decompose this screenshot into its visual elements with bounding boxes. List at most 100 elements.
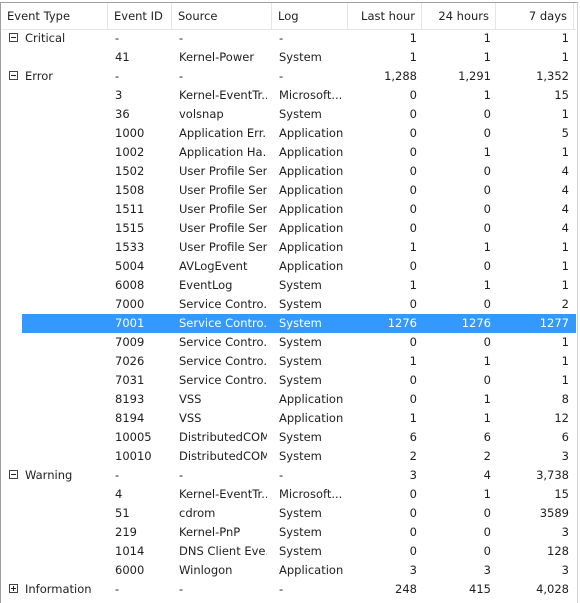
table-row[interactable]: 36 volsnap System 0 0 1 <box>1 105 576 124</box>
table-row[interactable]: 1533 User Profile Ser... Application 1 1 1 <box>1 238 576 257</box>
table-row[interactable]: 6000 Winlogon Application 3 3 3 <box>1 561 576 580</box>
cell-source: User Profile Ser... <box>179 202 267 216</box>
cell-source: cdrom <box>179 506 216 520</box>
cell-last-hour: 0 <box>409 525 417 539</box>
cell-event-id: 7026 <box>115 354 145 368</box>
table-row[interactable]: 1508 User Profile Ser... Application 0 0 4 <box>1 181 576 200</box>
cell-7-days: 1 <box>561 31 569 45</box>
table-row[interactable]: 51 cdrom System 0 0 3589 <box>1 504 576 523</box>
cell-event-id: 36 <box>115 107 130 121</box>
cell-log: Application <box>279 202 343 216</box>
cell-24-hours: 4 <box>483 468 491 482</box>
table-row[interactable]: 1515 User Profile Ser... Application 0 0 4 <box>1 219 576 238</box>
cell-log: System <box>279 50 322 64</box>
collapse-icon[interactable] <box>9 470 18 479</box>
cell-event-id: - <box>115 582 120 596</box>
table-row[interactable]: 7001 Service Contro... System 1276 1276 1277 <box>1 314 576 333</box>
cell-event-id: 1502 <box>115 164 145 178</box>
cell-last-hour: 0 <box>409 183 417 197</box>
cell-log: System <box>279 525 322 539</box>
table-row[interactable]: 1014 DNS Client Eve... System 0 0 128 <box>1 542 576 561</box>
cell-event-id: 4 <box>115 487 123 501</box>
group-row-warning[interactable]: Warning - - - 3 4 3,738 <box>1 466 576 485</box>
cell-last-hour: 3 <box>409 468 417 482</box>
cell-7-days: 1 <box>561 354 569 368</box>
cell-log: Application <box>279 183 343 197</box>
table-row[interactable]: 7031 Service Contro... System 0 0 1 <box>1 371 576 390</box>
table-row[interactable]: 7026 Service Contro... System 1 1 1 <box>1 352 576 371</box>
column-header-event-type[interactable]: Event Type <box>1 3 108 29</box>
cell-last-hour: 1 <box>409 278 417 292</box>
cell-7-days: 4 <box>561 183 569 197</box>
group-row-information[interactable]: Information - - - 248 415 4,028 <box>1 580 576 599</box>
column-header-event-id[interactable]: Event ID <box>108 3 172 29</box>
cell-log: System <box>279 335 322 349</box>
table-row[interactable]: 4 Kernel-EventTr... Microsoft... 0 1 15 <box>1 485 576 504</box>
table-row[interactable]: 5004 AVLogEvent Application 0 0 1 <box>1 257 576 276</box>
cell-last-hour: 1 <box>409 354 417 368</box>
group-row-error[interactable]: Error - - - 1,288 1,291 1,352 <box>1 67 576 86</box>
table-row[interactable]: 7009 Service Contro... System 0 0 1 <box>1 333 576 352</box>
cell-24-hours: 6 <box>483 430 491 444</box>
cell-24-hours: 0 <box>483 506 491 520</box>
cell-source: Service Contro... <box>179 316 267 330</box>
table-row[interactable]: 219 Kernel-PnP System 0 0 3 <box>1 523 576 542</box>
cell-source: User Profile Ser... <box>179 240 267 254</box>
table-row[interactable]: 1511 User Profile Ser... Application 0 0 4 <box>1 200 576 219</box>
cell-7-days: 5 <box>561 126 569 140</box>
cell-log: - <box>279 582 284 596</box>
cell-source: Service Contro... <box>179 373 267 387</box>
cell-event-id: 1515 <box>115 221 145 235</box>
table-row[interactable]: 8194 VSS Application 1 1 12 <box>1 409 576 428</box>
cell-7-days: 1 <box>561 373 569 387</box>
cell-source: volsnap <box>179 107 224 121</box>
table-row[interactable]: 10010 DistributedCOM System 2 2 3 <box>1 447 576 466</box>
cell-24-hours: 1 <box>483 278 491 292</box>
table-row[interactable]: 8193 VSS Application 0 1 8 <box>1 390 576 409</box>
cell-last-hour: 1,288 <box>384 69 417 83</box>
cell-source: User Profile Ser... <box>179 183 267 197</box>
cell-24-hours: 1 <box>483 487 491 501</box>
column-header-last-hour[interactable]: Last hour <box>348 3 422 29</box>
cell-event-id: - <box>115 31 120 45</box>
table-row[interactable]: 6008 EventLog System 1 1 1 <box>1 276 576 295</box>
cell-log: System <box>279 107 322 121</box>
cell-last-hour: 0 <box>409 335 417 349</box>
cell-source: User Profile Ser... <box>179 221 267 235</box>
cell-last-hour: 1 <box>409 31 417 45</box>
column-header-24-hours[interactable]: 24 hours <box>422 3 496 29</box>
cell-7-days: 2 <box>561 297 569 311</box>
collapse-icon[interactable] <box>9 33 18 42</box>
cell-source: Kernel-Power <box>179 50 255 64</box>
column-header-source[interactable]: Source <box>172 3 272 29</box>
cell-last-hour: 0 <box>409 487 417 501</box>
cell-source: Winlogon <box>179 563 233 577</box>
column-header-log[interactable]: Log <box>272 3 348 29</box>
cell-24-hours: 0 <box>483 335 491 349</box>
table-row[interactable]: 1000 Application Err... Application 0 0 5 <box>1 124 576 143</box>
group-row-critical[interactable]: Critical - - - 1 1 1 <box>1 29 576 48</box>
collapse-icon[interactable] <box>9 71 18 80</box>
cell-7-days: 1 <box>561 259 569 273</box>
column-header-7-days[interactable]: 7 days <box>496 3 574 29</box>
cell-event-id: 41 <box>115 50 130 64</box>
cell-log: System <box>279 430 322 444</box>
table-row[interactable]: 1502 User Profile Ser... Application 0 0 4 <box>1 162 576 181</box>
cell-log: System <box>279 297 322 311</box>
cell-source: VSS <box>179 411 202 425</box>
cell-7-days: 128 <box>547 544 569 558</box>
table-row[interactable]: 3 Kernel-EventTr... Microsoft... 0 1 15 <box>1 86 576 105</box>
event-type-label: Critical <box>25 31 66 45</box>
table-row[interactable]: 1002 Application Ha... Application 0 1 1 <box>1 143 576 162</box>
cell-event-id: 51 <box>115 506 130 520</box>
table-row[interactable]: 41 Kernel-Power System 1 1 1 <box>1 48 576 67</box>
cell-log: Microsoft... <box>279 88 343 102</box>
cell-event-id: 1533 <box>115 240 145 254</box>
table-row[interactable]: 7000 Service Contro... System 0 0 2 <box>1 295 576 314</box>
cell-event-id: 1014 <box>115 544 145 558</box>
table-row[interactable]: 10005 DistributedCOM System 6 6 6 <box>1 428 576 447</box>
cell-7-days: 3589 <box>539 506 569 520</box>
cell-log: System <box>279 544 322 558</box>
cell-7-days: 1 <box>561 145 569 159</box>
cell-log: - <box>279 31 284 45</box>
